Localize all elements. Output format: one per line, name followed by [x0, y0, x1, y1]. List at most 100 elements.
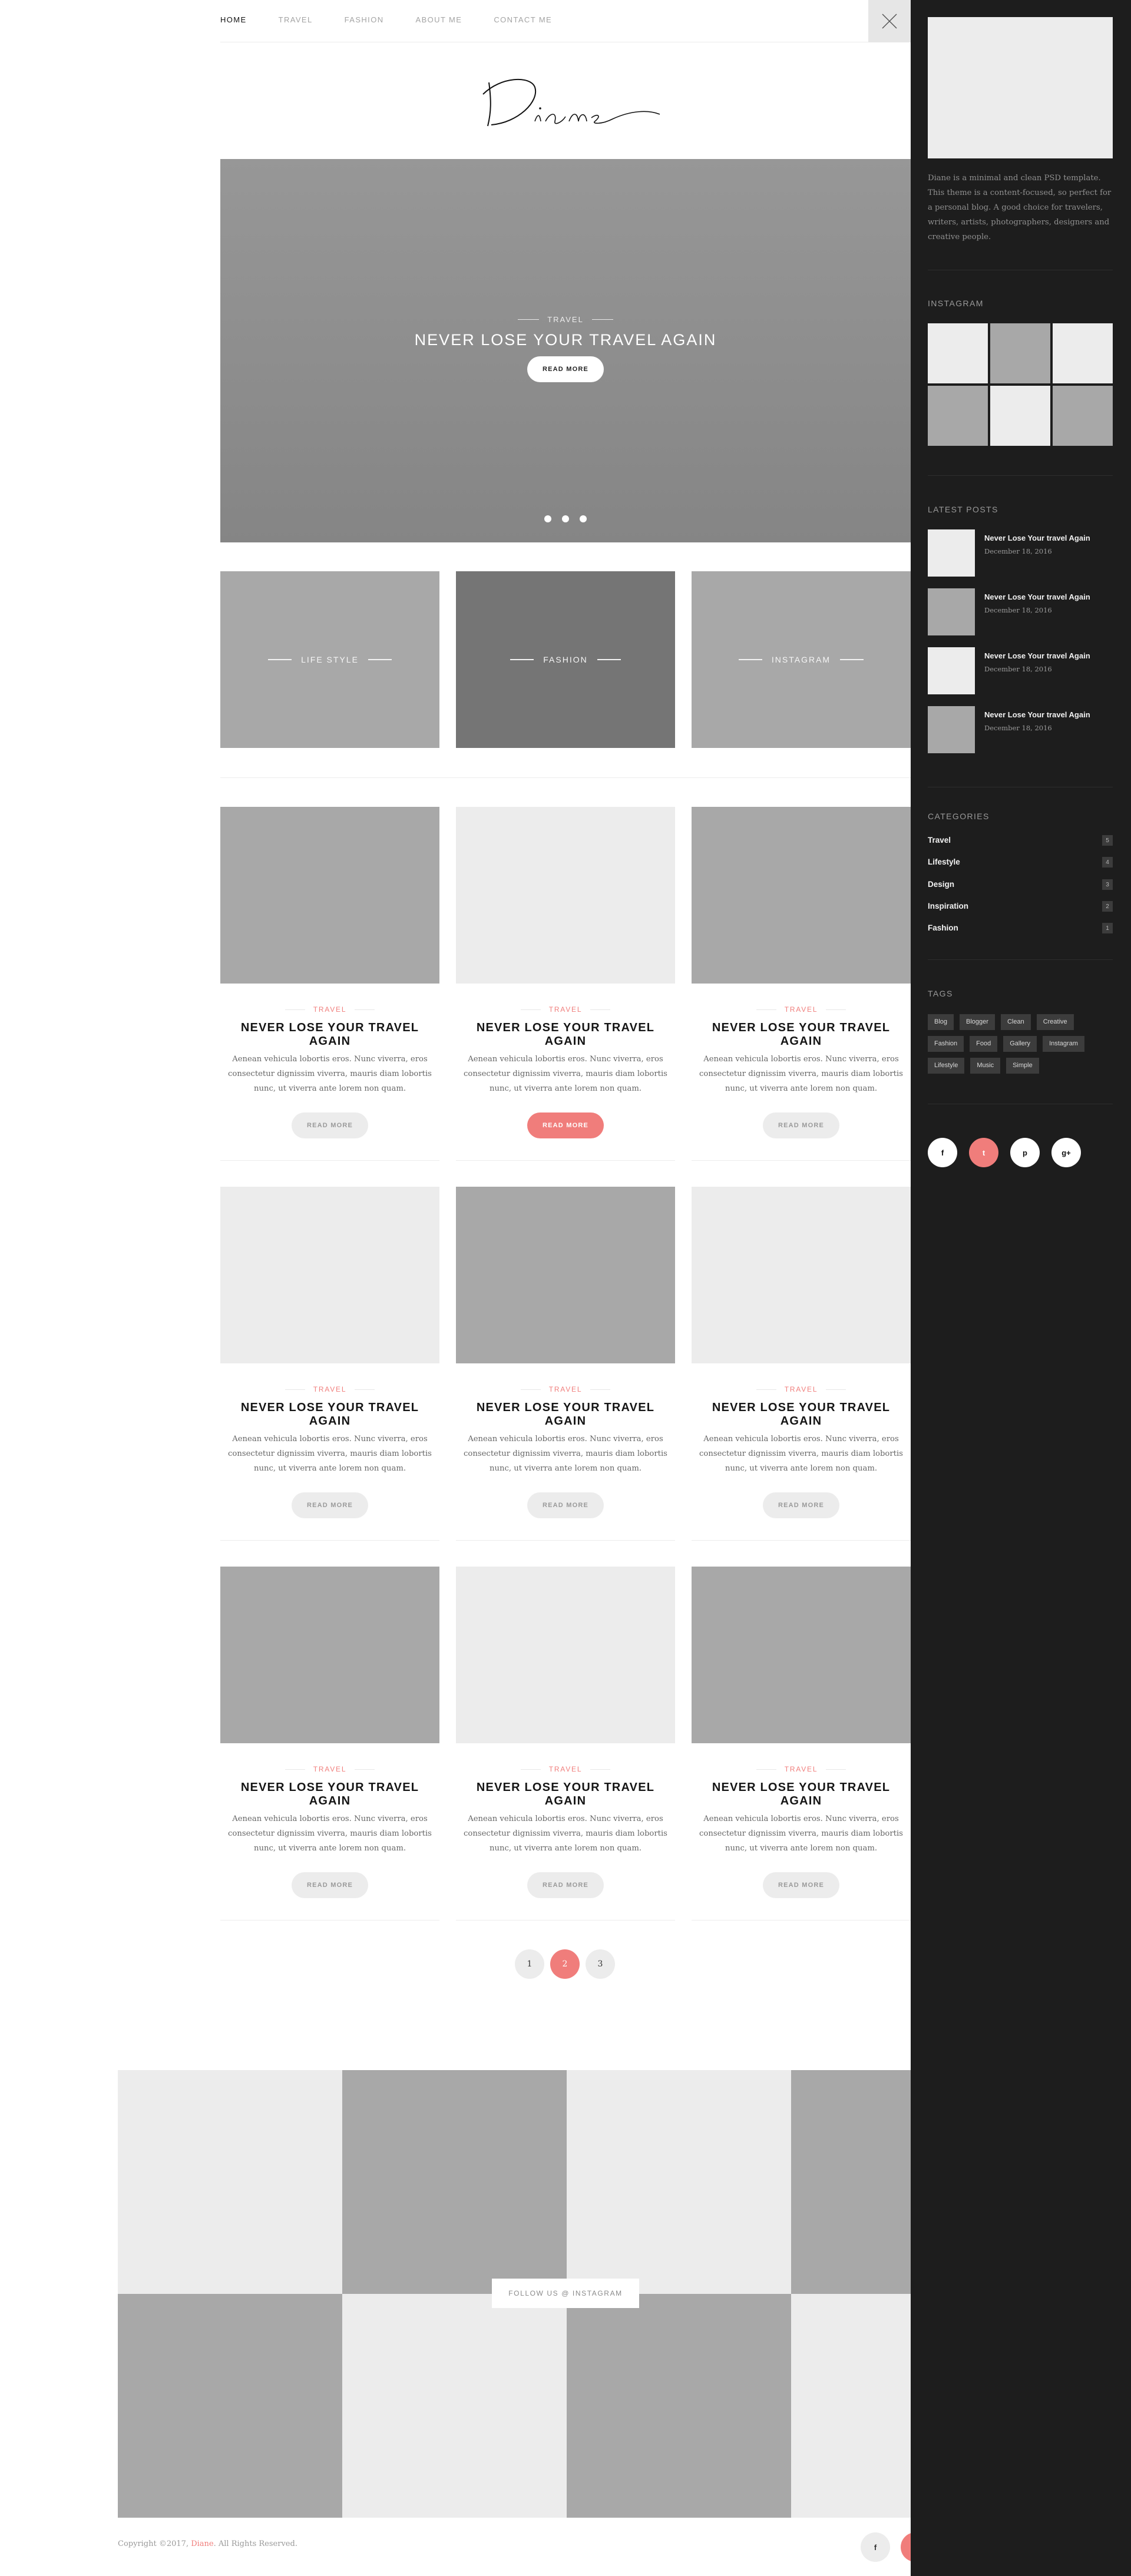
instagram-photo[interactable]	[567, 2070, 791, 2294]
instagram-photo[interactable]	[118, 2294, 342, 2518]
post-read-more-button[interactable]: READ MORE	[763, 1872, 839, 1898]
tag-item[interactable]: Food	[970, 1036, 998, 1052]
facebook-icon[interactable]: f	[928, 1138, 957, 1167]
post-image[interactable]	[456, 1187, 675, 1363]
latest-post-title[interactable]: Never Lose Your travel Again	[984, 651, 1090, 660]
instagram-photo[interactable]	[118, 2070, 342, 2294]
facebook-icon[interactable]: f	[861, 2532, 890, 2562]
sidebar-instagram-photo[interactable]	[1053, 386, 1113, 446]
tag-item[interactable]: Creative	[1036, 1014, 1074, 1030]
instagram-photo[interactable]	[342, 2070, 567, 2294]
page-2-button[interactable]: 2	[550, 1949, 580, 1979]
tag-item[interactable]: Blog	[928, 1014, 954, 1030]
latest-post-thumbnail[interactable]	[928, 706, 975, 753]
slider-dot-2[interactable]	[562, 515, 569, 522]
post-image[interactable]	[456, 1567, 675, 1743]
close-sidebar-button[interactable]	[868, 0, 911, 42]
follow-instagram-button[interactable]: FOLLOW US @ INSTAGRAM	[492, 2279, 639, 2308]
google-plus-icon[interactable]: g+	[1051, 1138, 1081, 1167]
post-read-more-button[interactable]: READ MORE	[292, 1872, 368, 1898]
tag-item[interactable]: Instagram	[1043, 1036, 1084, 1052]
latest-post-title[interactable]: Never Lose Your travel Again	[984, 592, 1090, 601]
sidebar-instagram-photo[interactable]	[990, 386, 1050, 446]
post-title[interactable]: NEVER LOSE YOUR TRAVEL AGAIN	[692, 1021, 911, 1048]
post-read-more-button[interactable]: READ MORE	[527, 1872, 604, 1898]
hero-title: NEVER LOSE YOUR TRAVEL AGAIN	[414, 331, 717, 349]
hero-read-more-button[interactable]: READ MORE	[527, 356, 604, 382]
post-read-more-button[interactable]: READ MORE	[292, 1492, 368, 1518]
post-excerpt: Aenean vehicula lobortis eros. Nunc vive…	[464, 1435, 667, 1473]
post-title[interactable]: NEVER LOSE YOUR TRAVEL AGAIN	[456, 1021, 675, 1048]
latest-post-title[interactable]: Never Lose Your travel Again	[984, 710, 1090, 719]
post-read-more-button[interactable]: READ MORE	[527, 1492, 604, 1518]
latest-post-thumbnail[interactable]	[928, 529, 975, 577]
post-title[interactable]: NEVER LOSE YOUR TRAVEL AGAIN	[220, 1781, 439, 1808]
nav-item-fashion[interactable]: FASHION	[345, 15, 384, 24]
twitter-icon[interactable]: t	[969, 1138, 998, 1167]
pinterest-icon[interactable]: p	[1010, 1138, 1040, 1167]
category-box-fashion[interactable]: FASHION	[456, 571, 675, 748]
sidebar-instagram-photo[interactable]	[928, 386, 988, 446]
category-item-lifestyle[interactable]: Lifestyle 4	[928, 857, 1113, 869]
latest-post-thumbnail[interactable]	[928, 588, 975, 635]
page-3-button[interactable]: 3	[586, 1949, 615, 1979]
tag-item[interactable]: Fashion	[928, 1036, 964, 1052]
post-image[interactable]	[220, 1187, 439, 1363]
post-category-label: TRAVEL	[784, 1005, 818, 1014]
category-item-fashion[interactable]: Fashion 1	[928, 923, 1113, 935]
category-count: 2	[1102, 901, 1113, 912]
post-image[interactable]	[456, 807, 675, 984]
category-item-inspiration[interactable]: Inspiration 2	[928, 901, 1113, 913]
post-title[interactable]: NEVER LOSE YOUR TRAVEL AGAIN	[220, 1401, 439, 1428]
post-image[interactable]	[692, 1567, 911, 1743]
tag-item[interactable]: Lifestyle	[928, 1058, 965, 1074]
copyright-brand-link[interactable]: Diane	[191, 2539, 213, 2548]
post-title[interactable]: NEVER LOSE YOUR TRAVEL AGAIN	[692, 1401, 911, 1428]
page-1-button[interactable]: 1	[515, 1949, 544, 1979]
post-title[interactable]: NEVER LOSE YOUR TRAVEL AGAIN	[456, 1781, 675, 1808]
tag-item[interactable]: Gallery	[1003, 1036, 1037, 1052]
category-item-design[interactable]: Design 3	[928, 879, 1113, 891]
tag-item[interactable]: Music	[970, 1058, 1001, 1074]
post-image[interactable]	[692, 1187, 911, 1363]
tag-item[interactable]: Blogger	[960, 1014, 995, 1030]
post-image[interactable]	[692, 807, 911, 984]
sidebar-instagram-photo[interactable]	[928, 323, 988, 383]
site-logo[interactable]	[465, 65, 666, 141]
post-excerpt: Aenean vehicula lobortis eros. Nunc vive…	[228, 1435, 432, 1473]
sidebar-instagram-photo[interactable]	[1053, 323, 1113, 383]
post-read-more-button[interactable]: READ MORE	[763, 1492, 839, 1518]
category-box-instagram[interactable]: INSTAGRAM	[692, 571, 911, 748]
sidebar-instagram-photo[interactable]	[990, 323, 1050, 383]
post-image[interactable]	[220, 807, 439, 984]
instagram-photo[interactable]	[342, 2294, 567, 2518]
latest-post-title[interactable]: Never Lose Your travel Again	[984, 534, 1090, 542]
category-line	[510, 659, 534, 660]
post-read-more-button[interactable]: READ MORE	[292, 1112, 368, 1138]
nav-item-about[interactable]: ABOUT ME	[416, 15, 462, 24]
post-category: TRAVEL	[220, 1005, 439, 1014]
post-title[interactable]: NEVER LOSE YOUR TRAVEL AGAIN	[456, 1401, 675, 1428]
post-image[interactable]	[220, 1567, 439, 1743]
nav-item-travel[interactable]: TRAVEL	[279, 15, 313, 24]
categories-heading: CATEGORIES	[928, 812, 990, 821]
category-box-lifestyle[interactable]: LIFE STYLE	[220, 571, 439, 748]
nav-item-contact[interactable]: CONTACT ME	[494, 15, 552, 24]
instagram-photo[interactable]	[791, 2070, 911, 2294]
tag-item[interactable]: Simple	[1006, 1058, 1039, 1074]
post-title[interactable]: NEVER LOSE YOUR TRAVEL AGAIN	[220, 1021, 439, 1048]
instagram-photo[interactable]	[791, 2294, 911, 2518]
latest-post-thumbnail[interactable]	[928, 647, 975, 694]
post-read-more-button[interactable]: READ MORE	[763, 1112, 839, 1138]
post-title[interactable]: NEVER LOSE YOUR TRAVEL AGAIN	[692, 1781, 911, 1808]
post-read-more-button[interactable]: READ MORE	[527, 1112, 604, 1138]
instagram-photo[interactable]	[567, 2294, 791, 2518]
nav-item-home[interactable]: HOME	[220, 15, 247, 24]
slider-dot-3[interactable]	[580, 515, 587, 522]
hero-slider[interactable]: TRAVEL NEVER LOSE YOUR TRAVEL AGAIN READ…	[220, 159, 911, 542]
category-name: Inspiration	[928, 902, 969, 910]
category-item-travel[interactable]: Travel 5	[928, 835, 1113, 847]
tag-item[interactable]: Clean	[1000, 1014, 1031, 1030]
tag-cloud: Blog Blogger Clean Creative Fashion Food…	[928, 1014, 1113, 1080]
slider-dot-1[interactable]	[544, 515, 551, 522]
